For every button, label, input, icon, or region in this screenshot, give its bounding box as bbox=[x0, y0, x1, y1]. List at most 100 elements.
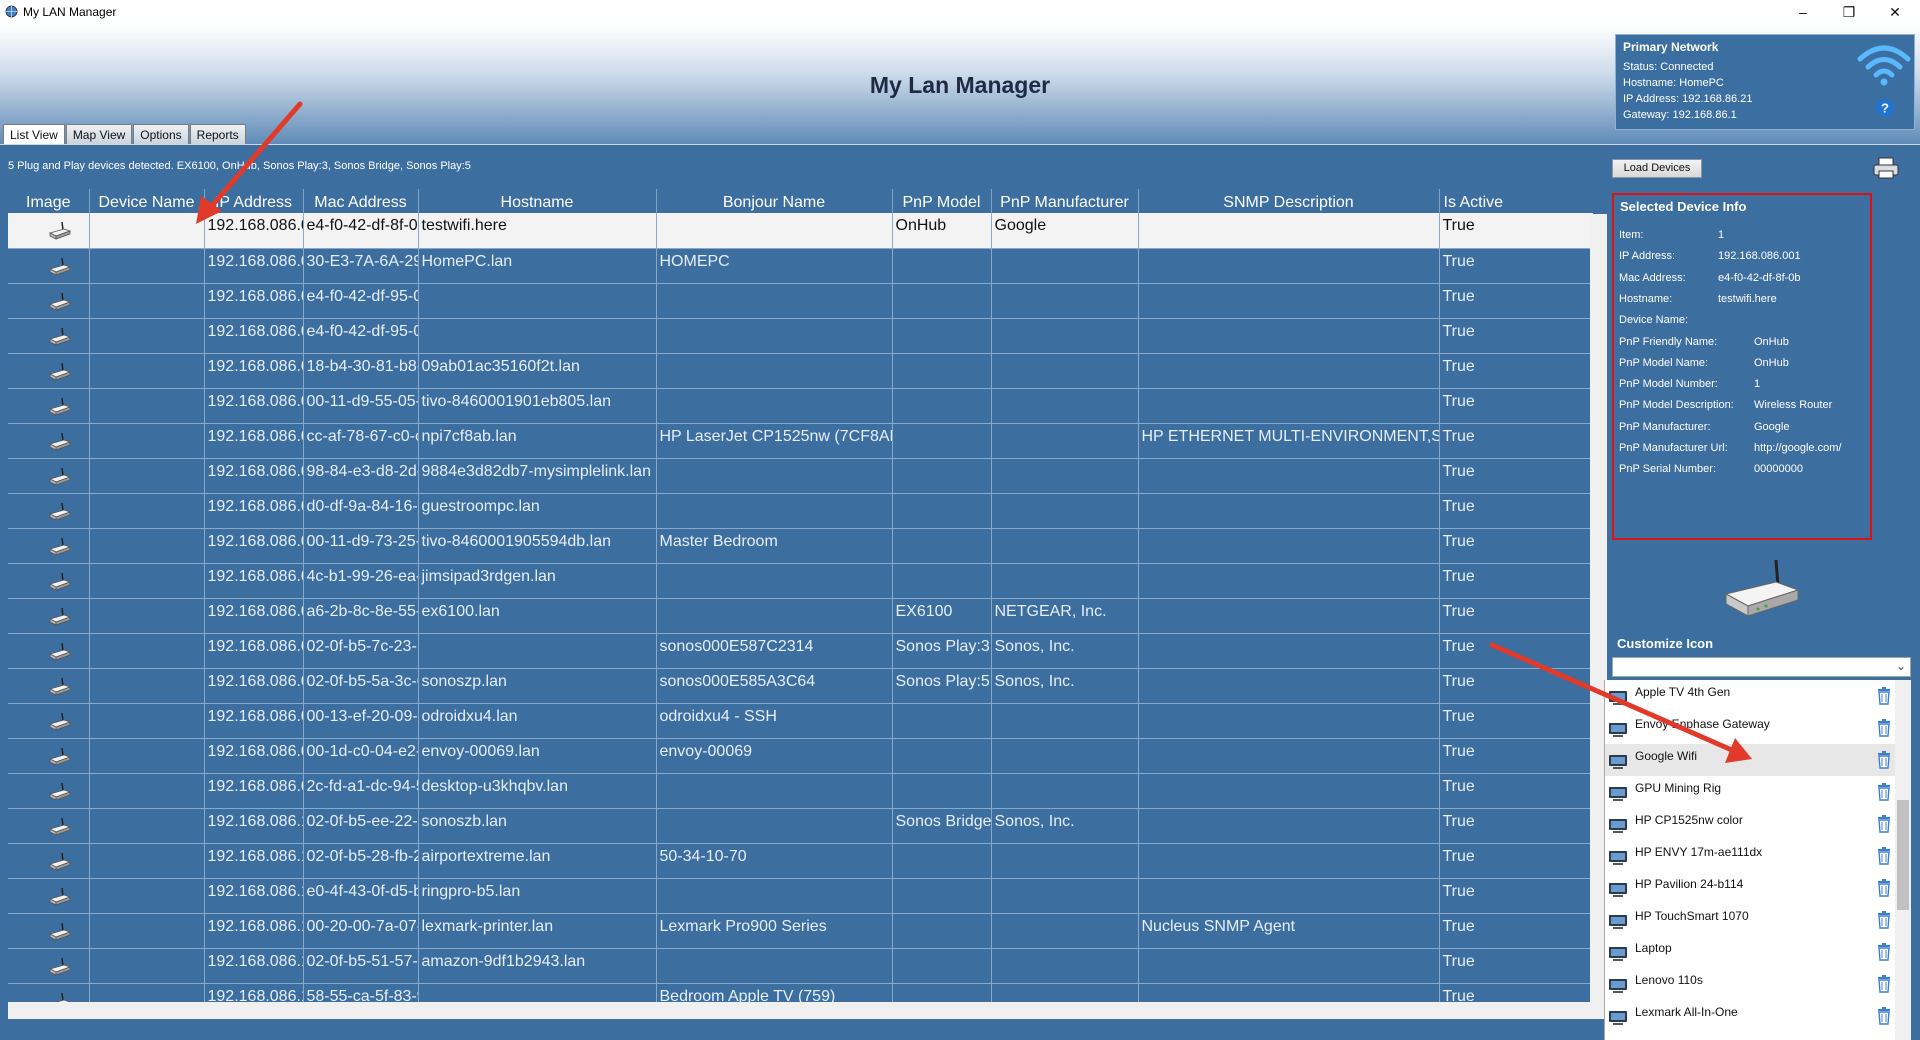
cell-snmp[interactable] bbox=[1138, 633, 1440, 669]
cell-is-active[interactable]: True bbox=[1439, 493, 1593, 529]
cell-pnp-model[interactable] bbox=[892, 983, 992, 1002]
cell-pnp-mfr[interactable]: Google bbox=[991, 213, 1139, 249]
cell-is-active[interactable]: True bbox=[1439, 423, 1593, 459]
cell-pnp-mfr[interactable] bbox=[991, 948, 1139, 984]
cell-hostname[interactable]: tivo-8460001901eb805.lan bbox=[418, 388, 657, 424]
table-row[interactable]: 192.168.086.035a6-2b-8c-8e-55-c3ex6100.l… bbox=[8, 598, 1593, 634]
restore-button[interactable]: ❐ bbox=[1826, 2, 1872, 22]
tab-map-view[interactable]: Map View bbox=[65, 124, 133, 145]
icon-list-item[interactable]: Lexmark All-In-One bbox=[1605, 1000, 1895, 1032]
cell-pnp-model[interactable]: Sonos Play:5 bbox=[892, 668, 992, 704]
cell-device-name[interactable] bbox=[89, 773, 205, 809]
cell-snmp[interactable] bbox=[1138, 213, 1440, 249]
cell-pnp-mfr[interactable] bbox=[991, 283, 1139, 319]
cell-pnp-mfr[interactable] bbox=[991, 843, 1139, 879]
table-row[interactable]: 192.168.086.025e4-f0-42-df-95-04 True bbox=[8, 318, 1593, 354]
table-row[interactable]: 192.168.086.13102-0f-b5-ee-22-08sonoszb.… bbox=[8, 808, 1593, 844]
cell-ip[interactable]: 192.168.086.137 bbox=[204, 913, 304, 949]
cell-is-active[interactable]: True bbox=[1439, 353, 1593, 389]
cell-device-name[interactable] bbox=[89, 493, 205, 529]
cell-ip[interactable]: 192.168.086.039 bbox=[204, 633, 304, 669]
cell-snmp[interactable] bbox=[1138, 318, 1440, 354]
cell-device-name[interactable] bbox=[89, 213, 205, 249]
cell-is-active[interactable]: True bbox=[1439, 878, 1593, 914]
cell-device-name[interactable] bbox=[89, 948, 205, 984]
cell-ip[interactable]: 192.168.086.023 bbox=[204, 283, 304, 319]
trash-icon[interactable] bbox=[1877, 815, 1891, 833]
cell-pnp-model[interactable] bbox=[892, 388, 992, 424]
cell-pnp-model[interactable] bbox=[892, 493, 992, 529]
table-row[interactable]: 192.168.086.13302-0f-b5-28-fb-2fairporte… bbox=[8, 843, 1593, 879]
cell-ip[interactable]: 192.168.086.026 bbox=[204, 353, 304, 389]
cell-is-active[interactable]: True bbox=[1439, 563, 1593, 599]
cell-pnp-mfr[interactable] bbox=[991, 878, 1139, 914]
cell-bonjour[interactable]: sonos000E587C2314 bbox=[656, 633, 893, 669]
cell-snmp[interactable]: HP ETHERNET MULTI-ENVIRONMENT,SN: bbox=[1138, 423, 1440, 459]
cell-pnp-model[interactable] bbox=[892, 248, 992, 284]
cell-snmp[interactable] bbox=[1138, 493, 1440, 529]
cell-snmp[interactable] bbox=[1138, 528, 1440, 564]
cell-pnp-model[interactable] bbox=[892, 703, 992, 739]
cell-pnp-mfr[interactable] bbox=[991, 353, 1139, 389]
cell-snmp[interactable] bbox=[1138, 283, 1440, 319]
cell-snmp[interactable] bbox=[1138, 458, 1440, 494]
cell-hostname[interactable] bbox=[418, 633, 657, 669]
cell-hostname[interactable]: ex6100.lan bbox=[418, 598, 657, 634]
col-pnp-manufacturer[interactable]: PnP Manufacturer bbox=[991, 189, 1139, 213]
cell-ip[interactable]: 192.168.086.001 bbox=[204, 213, 304, 249]
cell-ip[interactable]: 192.168.086.028 bbox=[204, 423, 304, 459]
cell-pnp-mfr[interactable]: NETGEAR, Inc. bbox=[991, 598, 1139, 634]
cell-hostname[interactable] bbox=[418, 283, 657, 319]
cell-device-name[interactable] bbox=[89, 458, 205, 494]
printer-icon[interactable] bbox=[1872, 156, 1900, 180]
cell-ip[interactable]: 192.168.086.027 bbox=[204, 388, 304, 424]
cell-mac[interactable]: e4-f0-42-df-95-0f bbox=[303, 283, 419, 319]
cell-bonjour[interactable]: Lexmark Pro900 Series bbox=[656, 913, 893, 949]
cell-bonjour[interactable] bbox=[656, 773, 893, 809]
trash-icon[interactable] bbox=[1877, 783, 1891, 801]
cell-pnp-model[interactable]: Sonos Play:3 bbox=[892, 633, 992, 669]
cell-bonjour[interactable] bbox=[656, 318, 893, 354]
cell-is-active[interactable]: True bbox=[1439, 318, 1593, 354]
icon-list-scrollbar[interactable] bbox=[1895, 680, 1911, 1040]
cell-snmp[interactable] bbox=[1138, 668, 1440, 704]
cell-pnp-model[interactable] bbox=[892, 458, 992, 494]
cell-hostname[interactable]: sonoszb.lan bbox=[418, 808, 657, 844]
table-row[interactable]: 192.168.086.001e4-f0-42-df-8f-0btestwifi… bbox=[8, 213, 1593, 249]
cell-bonjour[interactable]: Master Bedroom bbox=[656, 528, 893, 564]
cell-snmp[interactable] bbox=[1138, 598, 1440, 634]
cell-hostname[interactable]: HomePC.lan bbox=[418, 248, 657, 284]
cell-device-name[interactable] bbox=[89, 528, 205, 564]
cell-mac[interactable]: 00-11-d9-73-25-28 bbox=[303, 528, 419, 564]
cell-bonjour[interactable] bbox=[656, 878, 893, 914]
table-row[interactable]: 192.168.086.03300-11-d9-73-25-28tivo-846… bbox=[8, 528, 1593, 564]
col-bonjour-name[interactable]: Bonjour Name bbox=[656, 189, 893, 213]
cell-ip[interactable]: 192.168.086.033 bbox=[204, 528, 304, 564]
cell-snmp[interactable] bbox=[1138, 388, 1440, 424]
cell-pnp-mfr[interactable] bbox=[991, 248, 1139, 284]
tab-reports[interactable]: Reports bbox=[189, 124, 246, 145]
cell-ip[interactable]: 192.168.086.021 bbox=[204, 248, 304, 284]
col-is-active[interactable]: Is Active bbox=[1439, 189, 1593, 213]
cell-device-name[interactable] bbox=[89, 668, 205, 704]
cell-ip[interactable]: 192.168.086.031 bbox=[204, 458, 304, 494]
col-device-name[interactable]: Device Name bbox=[89, 189, 205, 213]
cell-mac[interactable]: 02-0f-b5-5a-3c-64 bbox=[303, 668, 419, 704]
table-row[interactable]: 192.168.086.02130-E3-7A-6A-29-21HomePC.l… bbox=[8, 248, 1593, 284]
cell-is-active[interactable]: True bbox=[1439, 913, 1593, 949]
load-devices-button[interactable]: Load Devices bbox=[1612, 159, 1702, 178]
icon-list-item[interactable]: HP Pavilion 24-b114 bbox=[1605, 872, 1895, 904]
icon-list-item[interactable]: HP ENVY 17m-ae111dx bbox=[1605, 840, 1895, 872]
col-mac-address[interactable]: Mac Address bbox=[303, 189, 419, 213]
cell-ip[interactable]: 192.168.086.135 bbox=[204, 878, 304, 914]
cell-hostname[interactable]: guestroompc.lan bbox=[418, 493, 657, 529]
table-row[interactable]: 192.168.086.023e4-f0-42-df-95-0f True bbox=[8, 283, 1593, 319]
icon-list-item[interactable]: Apple TV 4th Gen bbox=[1605, 680, 1895, 712]
cell-pnp-model[interactable] bbox=[892, 738, 992, 774]
cell-device-name[interactable] bbox=[89, 633, 205, 669]
cell-mac[interactable]: 02-0f-b5-7c-23-14 bbox=[303, 633, 419, 669]
icon-list-item[interactable]: HP CP1525nw color bbox=[1605, 808, 1895, 840]
cell-pnp-mfr[interactable]: Sonos, Inc. bbox=[991, 633, 1139, 669]
cell-pnp-mfr[interactable] bbox=[991, 773, 1139, 809]
cell-mac[interactable]: 00-11-d9-55-05-4b bbox=[303, 388, 419, 424]
